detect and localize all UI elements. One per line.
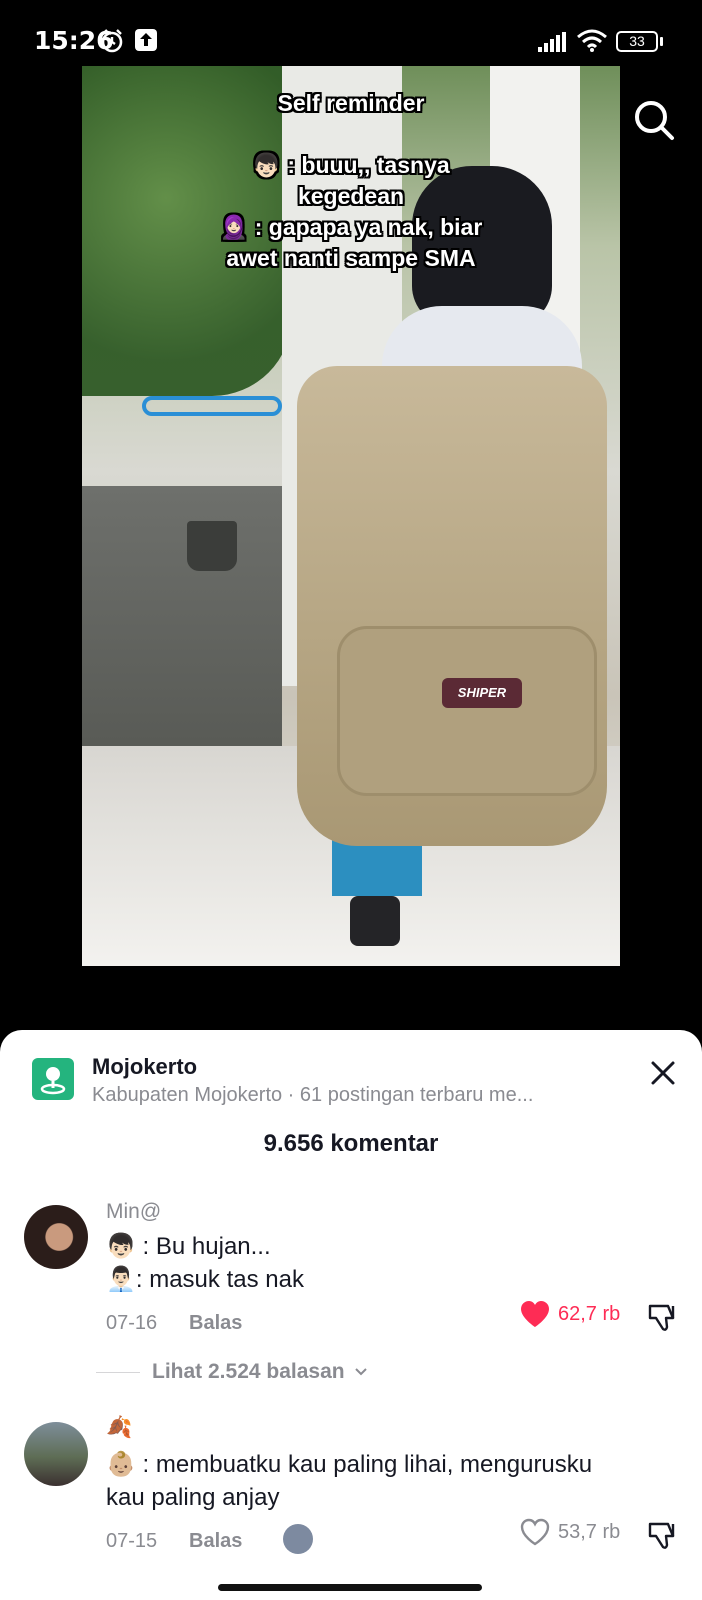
battery-tip bbox=[660, 37, 663, 46]
close-icon[interactable] bbox=[646, 1056, 680, 1090]
comment-text-line: kau paling anjay bbox=[106, 1484, 280, 1511]
overlay-line: 🧕🏻 : gapapa ya nak, biar bbox=[219, 214, 483, 240]
upload-icon bbox=[135, 29, 157, 51]
alarm-icon bbox=[101, 29, 123, 53]
dislike-icon[interactable] bbox=[646, 1300, 680, 1334]
heart-filled-icon bbox=[521, 1301, 549, 1327]
wifi-icon bbox=[577, 29, 607, 52]
video-scene-child-shoe bbox=[350, 896, 400, 946]
divider bbox=[96, 1371, 140, 1373]
comments-sheet: Mojokerto Kabupaten Mojokerto · 61 posti… bbox=[0, 1030, 702, 1600]
overlay-line: kegedean bbox=[297, 183, 405, 209]
video-scene-backpack-pocket bbox=[337, 626, 597, 796]
like-button[interactable]: 53,7 rb bbox=[520, 1518, 620, 1546]
like-button[interactable]: 62,7 rb bbox=[520, 1300, 620, 1328]
overlay-line: 👦🏻 : buuu,, tasnya bbox=[252, 152, 450, 178]
backpack-brand-label: SHIPER bbox=[442, 678, 522, 708]
reply-button[interactable]: Balas bbox=[189, 1312, 242, 1335]
avatar[interactable] bbox=[24, 1205, 88, 1269]
dislike-icon[interactable] bbox=[646, 1518, 680, 1552]
overlay-line: Self reminder bbox=[277, 90, 425, 116]
comment-date: 07-15 bbox=[106, 1530, 158, 1552]
signal-icon bbox=[538, 32, 566, 52]
location-title: Mojokerto bbox=[92, 1054, 198, 1079]
like-count: 62,7 rb bbox=[558, 1302, 621, 1325]
like-count: 53,7 rb bbox=[558, 1520, 621, 1543]
battery-level: 33 bbox=[629, 33, 645, 49]
comment-username[interactable]: 🍂 bbox=[106, 1416, 132, 1440]
location-pin-icon bbox=[32, 1058, 74, 1100]
comment-username[interactable]: Min@ bbox=[106, 1200, 161, 1224]
video-scene-hose bbox=[142, 396, 282, 416]
location-subtitle: Kabupaten Mojokerto · 61 postingan terba… bbox=[92, 1084, 534, 1106]
overlay-line: awet nanti sampe SMA bbox=[226, 245, 476, 271]
comment-date: 07-16 bbox=[106, 1312, 158, 1334]
comment-count: 9.656 komentar bbox=[263, 1130, 439, 1157]
view-replies-label: Lihat 2.524 balasan bbox=[152, 1360, 345, 1383]
video-scene-pot bbox=[187, 521, 237, 571]
battery-icon: 33 bbox=[616, 31, 658, 52]
comment-text-line: 👶🏼 : membuatku kau paling lihai, menguru… bbox=[106, 1451, 593, 1478]
view-replies-button[interactable]: Lihat 2.524 balasan bbox=[96, 1360, 371, 1384]
comment-text-line: 👨🏻‍💼: masuk tas nak bbox=[106, 1266, 304, 1293]
search-icon[interactable] bbox=[632, 98, 676, 142]
chevron-down-icon bbox=[354, 1368, 367, 1376]
home-indicator[interactable] bbox=[218, 1584, 482, 1591]
comment-text-line: 👦🏻 : Bu hujan... bbox=[106, 1233, 271, 1260]
heart-outline-icon bbox=[520, 1518, 550, 1546]
avatar[interactable] bbox=[24, 1422, 88, 1486]
reply-button[interactable]: Balas bbox=[189, 1530, 242, 1553]
creator-liked-avatar bbox=[283, 1524, 313, 1554]
video-player[interactable]: SHIPER Self reminder 👦🏻 : buuu,, tasnya … bbox=[82, 66, 620, 966]
